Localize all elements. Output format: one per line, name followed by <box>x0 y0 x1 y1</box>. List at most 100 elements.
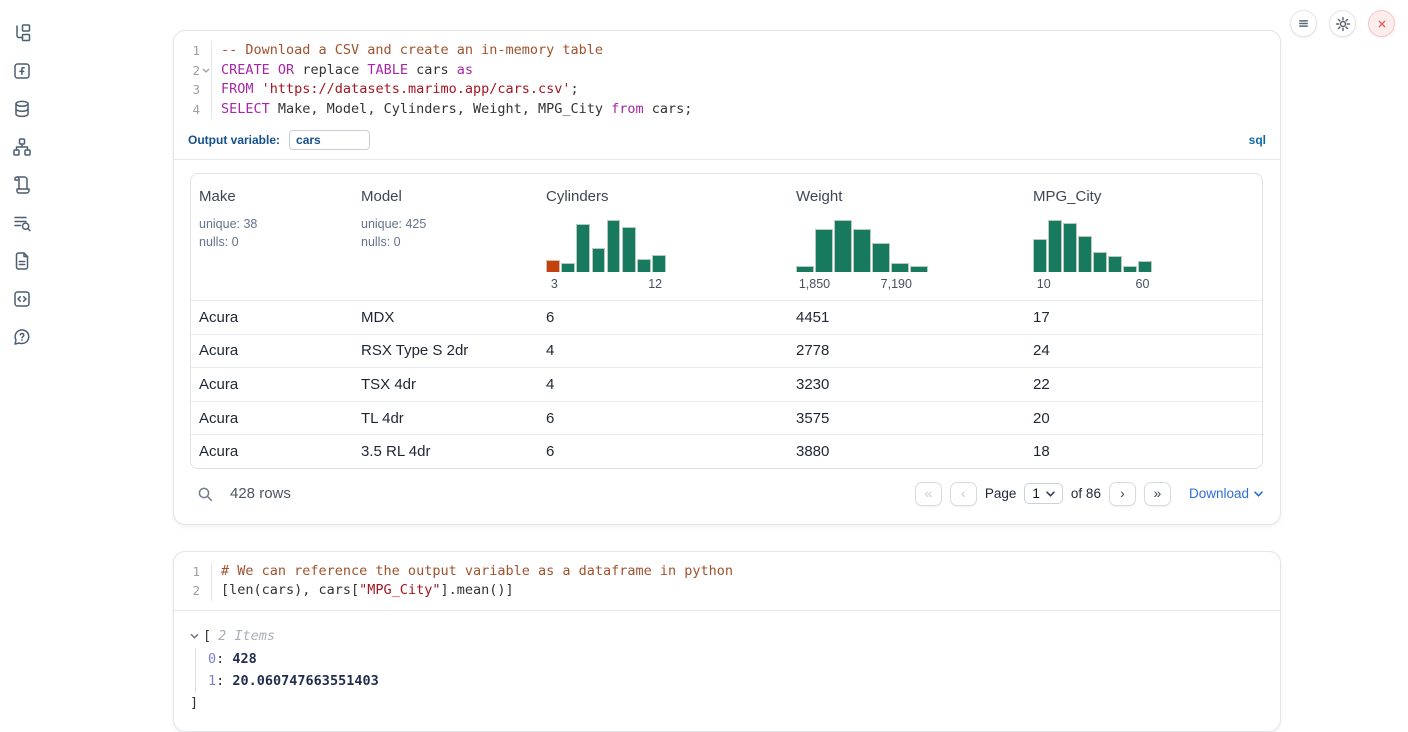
tree-open-bracket: [ <box>203 626 211 646</box>
table-cell: 4451 <box>788 301 1025 334</box>
line-number: 4 <box>174 100 200 120</box>
prev-page-button: ‹ <box>950 482 977 506</box>
output-variable-label: Output variable: <box>188 133 280 147</box>
table-cell: 18 <box>1025 435 1262 468</box>
tree-entry: 1: 20.060747663551403 <box>208 670 1264 693</box>
line-number: 1 <box>174 562 200 582</box>
sidebar-item-variables[interactable] <box>11 60 33 82</box>
table-row: AcuraTSX 4dr4323022 <box>191 367 1262 401</box>
table-footer: 428 rows « ‹ Page 1 of 86 › » Download <box>190 469 1263 518</box>
column-title: Cylinders <box>546 188 782 205</box>
histogram-bar <box>561 263 575 272</box>
table-cell: 6 <box>538 301 788 334</box>
column-title: Make <box>199 188 347 205</box>
sql-code-editor[interactable]: 1-- Download a CSV and create an in-memo… <box>174 31 1280 128</box>
histogram-bar <box>1108 256 1122 272</box>
table-cell: TL 4dr <box>353 402 538 435</box>
table-cell: 4 <box>538 335 788 368</box>
python-cell-output: [2 Items0: 4281: 20.060747663551403] <box>174 611 1280 731</box>
histogram-bar <box>1138 261 1152 272</box>
table-cell: Acura <box>191 368 353 401</box>
last-page-button[interactable]: » <box>1144 482 1171 506</box>
notebook: 1-- Download a CSV and create an in-memo… <box>173 30 1281 732</box>
sidebar-item-scratchpad[interactable] <box>11 174 33 196</box>
language-badge: sql <box>1249 133 1266 147</box>
menu-button[interactable] <box>1290 10 1317 37</box>
sidebar-item-help[interactable] <box>11 326 33 348</box>
hamburger-icon <box>1296 16 1311 31</box>
column-stats: unique: 425nulls: 0 <box>361 215 532 251</box>
histogram-bar <box>872 243 890 272</box>
chevron-down-icon <box>1046 491 1055 497</box>
sidebar-item-logs[interactable] <box>11 212 33 234</box>
histogram-bar <box>607 220 621 272</box>
code-text: # We can reference the output variable a… <box>212 562 1280 582</box>
table-cell: 24 <box>1025 335 1262 368</box>
table-cell: 3230 <box>788 368 1025 401</box>
scroll-icon <box>12 175 32 195</box>
sidebar-item-file-explorer[interactable] <box>11 22 33 44</box>
table-cell: MDX <box>353 301 538 334</box>
search-icon[interactable] <box>196 485 214 503</box>
column-header-model[interactable]: Model unique: 425nulls: 0 <box>353 174 538 300</box>
sidebar-item-documentation[interactable] <box>11 250 33 272</box>
column-title: MPG_City <box>1033 188 1256 205</box>
table-cell: 17 <box>1025 301 1262 334</box>
histogram-bar <box>592 248 606 272</box>
histogram-bar <box>853 229 871 272</box>
fold-chevron-icon[interactable] <box>202 68 210 73</box>
column-header-make[interactable]: Makeunique: 38nulls: 0 <box>191 174 353 300</box>
settings-button[interactable] <box>1329 10 1356 37</box>
sql-cell-output: Makeunique: 38nulls: 0 Model unique: 425nu… <box>174 160 1280 524</box>
table-cell: Acura <box>191 301 353 334</box>
table-cell: 4 <box>538 368 788 401</box>
sidebar-item-dependency-graph[interactable] <box>11 136 33 158</box>
tree-items-count: 2 Items <box>218 626 275 646</box>
output-variable-row: Output variable: sql <box>174 128 1280 160</box>
python-code-editor[interactable]: 1 # We can reference the output variable … <box>174 552 1280 611</box>
code-line: 4 SELECT Make, Model, Cylinders, Weight, … <box>174 100 1280 120</box>
row-count: 428 rows <box>230 485 291 502</box>
table-cell: 3880 <box>788 435 1025 468</box>
histogram-bar <box>622 227 636 272</box>
column-header-mpg_city[interactable]: MPG_City1060 <box>1025 174 1262 300</box>
column-header-cylinders[interactable]: Cylinders 312 <box>538 174 788 300</box>
function-square-icon <box>12 61 32 81</box>
table-cell: 20 <box>1025 402 1262 435</box>
helper-sidebar <box>0 0 44 729</box>
tree-collapse-chevron-icon[interactable] <box>190 633 203 639</box>
page-select[interactable]: 1 <box>1024 483 1063 504</box>
output-variable-input[interactable] <box>289 130 370 150</box>
column-histogram: 1,8507,190 <box>796 218 1019 292</box>
column-header-weight[interactable]: Weight 1,8507,190 <box>788 174 1025 300</box>
message-question-icon <box>12 327 32 347</box>
table-cell: 22 <box>1025 368 1262 401</box>
code-text: [len(cars), cars["MPG_City"].mean()] <box>212 581 1280 601</box>
gutter-spacer <box>200 562 212 582</box>
download-button[interactable]: Download <box>1189 486 1263 501</box>
code-text: SELECT Make, Model, Cylinders, Weight, M… <box>212 100 1280 120</box>
histogram-axis: 312 <box>546 275 666 292</box>
python-cell: 1 # We can reference the output variable … <box>173 551 1281 732</box>
page-total: of 86 <box>1071 486 1101 501</box>
table-cell: Acura <box>191 335 353 368</box>
fold-gutter[interactable] <box>200 61 212 81</box>
table-cell: 2778 <box>788 335 1025 368</box>
file-tree-icon <box>12 23 32 43</box>
tree-children: 0: 4281: 20.060747663551403 <box>195 648 1264 693</box>
code-text: CREATE OR replace TABLE cars as <box>212 61 1280 81</box>
histogram-bar <box>652 255 666 272</box>
sidebar-item-snippets[interactable] <box>11 288 33 310</box>
table-cell: Acura <box>191 402 353 435</box>
sidebar-item-data-sources[interactable] <box>11 98 33 120</box>
data-table: Makeunique: 38nulls: 0 Model unique: 425nu… <box>190 173 1263 469</box>
tree-entry: 0: 428 <box>208 648 1264 671</box>
page-select-value: 1 <box>1032 486 1040 501</box>
column-title: Model <box>361 188 532 205</box>
shutdown-button[interactable] <box>1368 10 1395 37</box>
histogram-bar <box>1123 266 1137 272</box>
code-line: 3FROM 'https://datasets.marimo.app/cars.… <box>174 80 1280 100</box>
table-cell: 6 <box>538 435 788 468</box>
next-page-button[interactable]: › <box>1109 482 1136 506</box>
column-title: Weight <box>796 188 1019 205</box>
